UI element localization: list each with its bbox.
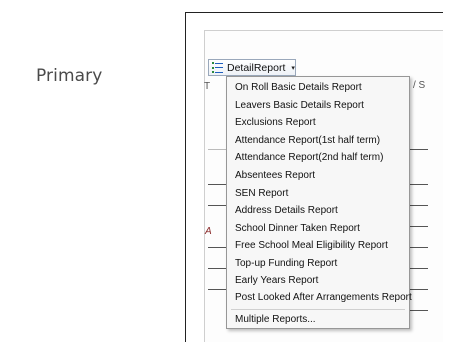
- bg-gridline: [410, 310, 428, 311]
- detail-report-menu: On Roll Basic Details Report Leavers Bas…: [226, 76, 412, 329]
- menu-item-exclusions[interactable]: Exclusions Report: [235, 116, 316, 129]
- bg-gridline: [410, 268, 428, 269]
- bg-gridline: [208, 268, 226, 269]
- bg-column-letter-t: T: [204, 81, 211, 92]
- detail-report-dropdown-button[interactable]: DetailReport ▾: [208, 59, 296, 76]
- menu-item-address-details[interactable]: Address Details Report: [235, 204, 338, 217]
- bg-gridline: [410, 289, 428, 290]
- menu-item-on-roll-basic-details[interactable]: On Roll Basic Details Report: [235, 81, 362, 94]
- list-icon: [212, 62, 224, 73]
- menu-item-post-looked-after[interactable]: Post Looked After Arrangements Report: [235, 291, 412, 304]
- bg-gridline: [410, 184, 428, 185]
- bg-gridline: [410, 205, 428, 206]
- menu-item-multiple-reports[interactable]: Multiple Reports...: [235, 313, 316, 326]
- menu-separator: [231, 309, 405, 310]
- bg-gridline: [208, 184, 226, 185]
- menu-item-attendance-2nd-half[interactable]: Attendance Report(2nd half term): [235, 151, 383, 164]
- bg-column-letter-a: A: [205, 226, 212, 237]
- detail-report-label: DetailReport: [227, 61, 286, 74]
- menu-item-early-years[interactable]: Early Years Report: [235, 274, 318, 287]
- bg-gridline: [208, 205, 226, 206]
- menu-item-sen[interactable]: SEN Report: [235, 187, 288, 200]
- bg-gridline: [208, 247, 226, 248]
- bg-gridline: [410, 247, 428, 248]
- menu-item-school-dinner-taken[interactable]: School Dinner Taken Report: [235, 222, 360, 235]
- bg-gridline: [208, 149, 226, 150]
- bg-column-letter-s: / S: [413, 80, 426, 91]
- bg-gridline: [410, 226, 428, 227]
- menu-item-attendance-1st-half[interactable]: Attendance Report(1st half term): [235, 134, 380, 147]
- bg-gridline: [208, 289, 226, 290]
- menu-item-top-up-funding[interactable]: Top-up Funding Report: [235, 257, 337, 270]
- bg-gridline: [410, 149, 428, 150]
- chevron-down-icon: ▾: [291, 64, 295, 72]
- menu-item-absentees[interactable]: Absentees Report: [235, 169, 315, 182]
- menu-item-free-school-meal[interactable]: Free School Meal Eligibility Report: [235, 239, 388, 252]
- menu-item-leavers-basic-details[interactable]: Leavers Basic Details Report: [235, 99, 364, 112]
- primary-label: Primary: [36, 66, 103, 86]
